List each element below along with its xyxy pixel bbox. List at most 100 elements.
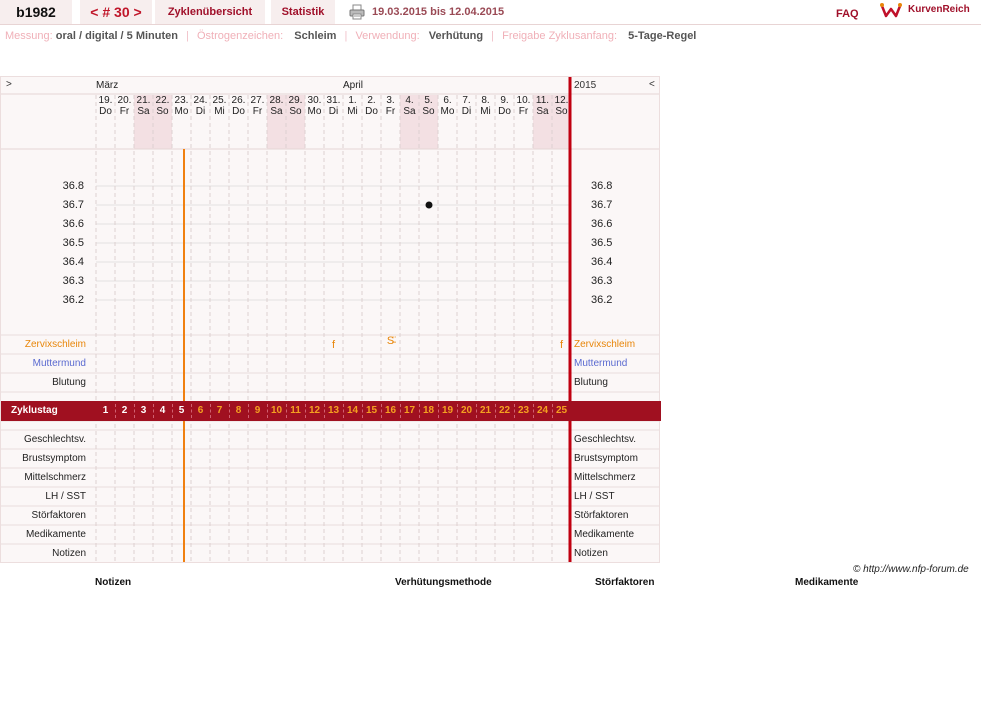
observation-row-label-right: Mittelschmerz — [574, 472, 636, 483]
cycle-day-divider — [267, 404, 268, 418]
cycle-day-divider — [400, 404, 401, 418]
row-label: Muttermund — [32, 358, 86, 369]
day-header: 11. Sa — [533, 95, 552, 149]
weekday: Mi — [480, 106, 491, 117]
cycle-day-number: 5 — [178, 405, 185, 416]
day-header: 19. Do — [96, 95, 115, 149]
weekday: So — [555, 106, 568, 117]
temp-label: 36.5 — [62, 237, 84, 249]
weekday: Do — [365, 106, 378, 117]
day-number: 27. — [250, 95, 265, 106]
day-header: 28. Sa — [267, 95, 286, 149]
cycle-day-divider — [381, 404, 382, 418]
day-header: 10. Fr — [514, 95, 533, 149]
day-header: 25. Mi — [210, 95, 229, 149]
day-number: 25. — [212, 95, 227, 106]
weekday: So — [422, 106, 435, 117]
temperature-point — [425, 201, 433, 209]
day-header: 24. Di — [191, 95, 210, 149]
day-header: 29. So — [286, 95, 305, 149]
top-bar: b1982 < # 30 > Zyklenübersicht Statistik… — [0, 0, 981, 25]
cycle-settings: Messung: oral / digital / 5 Minuten | Ös… — [5, 30, 696, 42]
cycle-navigator[interactable]: < # 30 > — [80, 0, 152, 24]
row-label-right: Zervixschleim — [574, 339, 636, 350]
temp-label-right: 36.3 — [591, 275, 613, 287]
use-label: Verwendung: — [355, 30, 420, 42]
cycle-day-divider — [115, 404, 116, 418]
cycle-day-divider — [172, 404, 173, 418]
day-number: 19. — [98, 95, 113, 106]
mucus-mark: f — [331, 339, 336, 351]
day-number: 5. — [424, 95, 433, 106]
cycle-day-divider — [210, 404, 211, 418]
cycle-day-number: 3 — [140, 405, 147, 416]
weekday: Di — [461, 106, 472, 117]
release-label: Freigabe Zyklusanfang: — [502, 30, 618, 42]
day-number: 11. — [535, 95, 550, 106]
cycle-day-number: 23 — [517, 405, 530, 416]
temp-label-right: 36.4 — [591, 256, 613, 268]
day-header: 26. Do — [229, 95, 248, 149]
cycle-day-divider — [362, 404, 363, 418]
row-label: Blutung — [52, 377, 86, 388]
estrogen-label: Östrogenzeichen: — [196, 30, 284, 42]
cycle-day-number: 24 — [536, 405, 549, 416]
weekday: Mo — [307, 106, 322, 117]
weekday: Sa — [137, 106, 150, 117]
day-header: 31. Di — [324, 95, 343, 149]
day-number: 3. — [386, 95, 395, 106]
weekday: Fr — [119, 106, 130, 117]
copyright[interactable]: © http://www.nfp-forum.de — [853, 564, 969, 575]
cycle-day-label: Zyklustag — [11, 405, 58, 416]
day-header: 6. Mo — [438, 95, 457, 149]
weekday: Mo — [440, 106, 455, 117]
row-label-right: Muttermund — [574, 358, 628, 369]
temp-label: 36.7 — [62, 199, 84, 211]
day-number: 6. — [443, 95, 452, 106]
day-number: 29. — [288, 95, 303, 106]
cycle-day-divider — [153, 404, 154, 418]
cycle-day-number: 12 — [308, 405, 321, 416]
weekday: Di — [195, 106, 206, 117]
separator: | — [186, 30, 189, 42]
cycle-overview-button[interactable]: Zyklenübersicht — [155, 0, 265, 24]
day-number: 28. — [269, 95, 284, 106]
brand-name[interactable]: KurvenReich — [908, 4, 970, 15]
cycle-day-number: 11 — [290, 405, 301, 416]
temp-label: 36.8 — [62, 180, 84, 192]
cycle-day-divider — [514, 404, 515, 418]
estrogen-value: Schleim — [294, 30, 337, 42]
day-header: 5. So — [419, 95, 438, 149]
day-number: 2. — [367, 95, 376, 106]
separator: | — [491, 30, 495, 42]
temp-label-right: 36.5 — [591, 237, 613, 249]
day-number: 10. — [516, 95, 531, 106]
statistics-button[interactable]: Statistik — [271, 0, 335, 24]
cycle-day-divider — [533, 404, 534, 418]
cycle-day-number: 7 — [216, 405, 223, 416]
cycle-day-divider — [229, 404, 230, 418]
printer-icon[interactable] — [349, 4, 365, 20]
separator: | — [344, 30, 348, 42]
cycle-day-divider — [248, 404, 249, 418]
weekday: Do — [498, 106, 511, 117]
day-number: 12. — [554, 95, 569, 106]
temp-label: 36.6 — [62, 218, 84, 230]
username: b1982 — [0, 0, 72, 24]
faq-link[interactable]: FAQ — [836, 8, 859, 20]
weekday: Sa — [403, 106, 416, 117]
temp-label: 36.2 — [62, 294, 84, 306]
observation-row-label: Medikamente — [25, 529, 86, 540]
day-header: 21. Sa — [134, 95, 153, 149]
day-header: 3. Fr — [381, 95, 400, 149]
brand-logo-icon — [880, 3, 902, 18]
temp-label-right: 36.2 — [591, 294, 613, 306]
day-number: 4. — [405, 95, 414, 106]
cycle-day-number: 10 — [270, 405, 283, 416]
day-number: 7. — [462, 95, 471, 106]
day-header: 20. Fr — [115, 95, 134, 149]
cycle-day-divider — [324, 404, 325, 418]
day-header: 8. Mi — [476, 95, 495, 149]
day-header: 23. Mo — [172, 95, 191, 149]
cycle-day-number: 16 — [384, 405, 397, 416]
